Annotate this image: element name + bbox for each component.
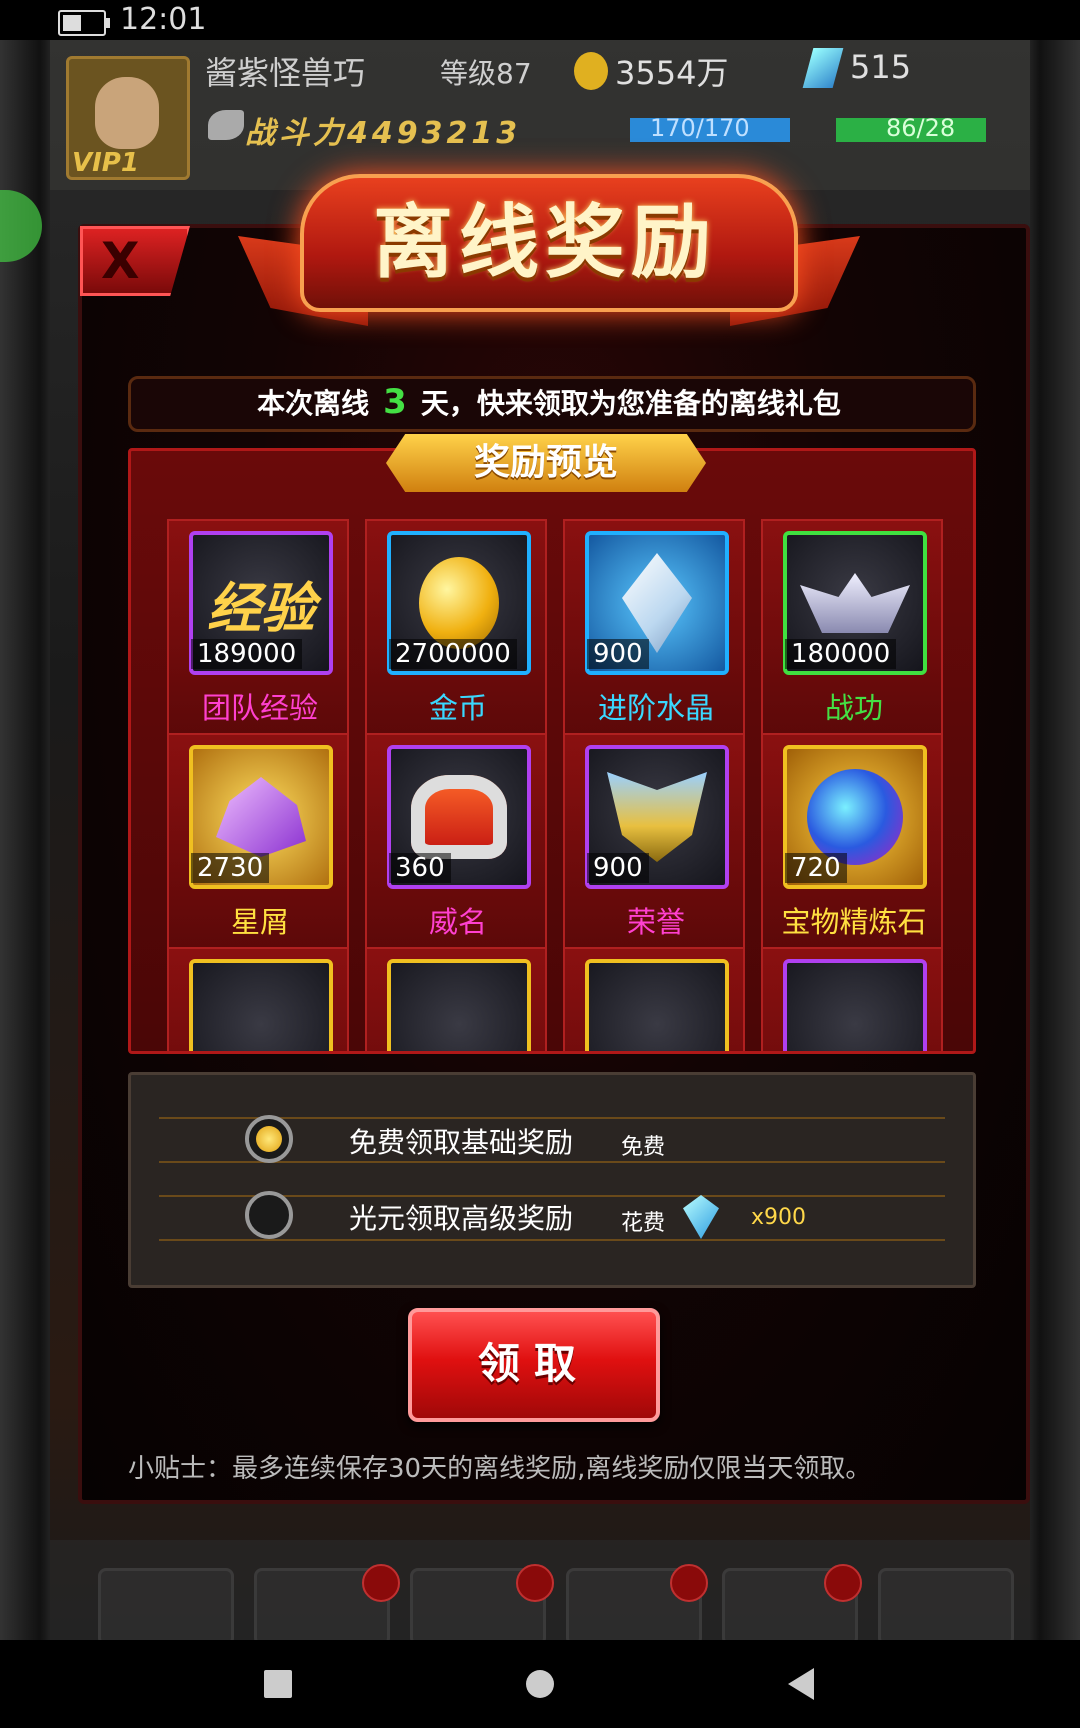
reward-name: 威名 [428, 905, 487, 939]
basic-reward-tag: 免费 [621, 1135, 666, 1160]
home-icon[interactable] [526, 1670, 554, 1698]
reward-qty: 180000 [785, 639, 897, 669]
reward-name: 宝物精炼石 [781, 905, 927, 939]
reward-qty: 2730 [191, 853, 270, 883]
reward-name: 星屑 [230, 905, 289, 939]
wing-icon [208, 110, 244, 140]
frame-left [0, 40, 50, 1640]
combat-power: 战斗力4493213 [245, 116, 522, 151]
reward-item[interactable] [365, 947, 547, 1051]
gold-amount: 3554万 [615, 54, 729, 92]
gem-icon [683, 1195, 719, 1239]
advanced-reward-radio[interactable] [245, 1191, 293, 1239]
reward-name: 战功 [824, 691, 883, 725]
reward-name: 进阶水晶 [597, 691, 714, 725]
energy-value: 86/28 [886, 114, 956, 142]
nav-slot[interactable] [878, 1568, 1014, 1646]
notification-dot [670, 1564, 708, 1602]
reward-name: 金币 [428, 691, 487, 725]
vip-badge: VIP1 [72, 148, 139, 178]
reward-item[interactable] [563, 947, 745, 1051]
claim-button[interactable]: 领取 [408, 1308, 660, 1422]
tip-text: 小贴士：最多连续保存30天的离线奖励,离线奖励仅限当天领取。 [128, 1454, 872, 1484]
reward-qty: 189000 [191, 639, 303, 669]
reward-qty: 2700000 [389, 639, 517, 669]
reward-name: 荣誉 [626, 905, 685, 939]
modal-title: 离线奖励 [373, 196, 717, 289]
reward-item[interactable] [761, 947, 943, 1051]
offline-days: 3 [383, 382, 407, 422]
status-bar: 12:01 [0, 0, 1080, 40]
reward-item[interactable]: 360 威名 [365, 733, 547, 961]
nav-slot[interactable] [98, 1568, 234, 1646]
advanced-reward-tag: 花费 [621, 1211, 666, 1236]
reward-name: 团队经验 [201, 691, 318, 725]
notification-dot [824, 1564, 862, 1602]
reward-preview-panel: 经验 189000 团队经验 2700000 金币 900 进阶水晶 18000… [128, 448, 976, 1054]
reward-qty: 900 [587, 639, 649, 669]
offline-info-text: 本次离线 3 天，快来领取为您准备的离线礼包 [128, 382, 970, 422]
reward-item[interactable]: 经验 189000 团队经验 [167, 519, 349, 747]
reward-qty: 720 [785, 853, 847, 883]
reward-qty: 360 [389, 853, 451, 883]
reward-item[interactable]: 900 进阶水晶 [563, 519, 745, 747]
reward-item[interactable]: 2730 星屑 [167, 733, 349, 961]
reward-item[interactable]: 2700000 金币 [365, 519, 547, 747]
battery-icon [58, 10, 110, 36]
reward-preview-label: 奖励预览 [386, 434, 706, 492]
status-time: 12:01 [120, 2, 207, 37]
info-prefix: 本次离线 [257, 387, 370, 420]
basic-reward-radio[interactable] [245, 1115, 293, 1163]
notification-dot [516, 1564, 554, 1602]
advanced-reward-label[interactable]: 光元领取高级奖励 [349, 1197, 573, 1237]
basic-reward-label[interactable]: 免费领取基础奖励 [349, 1121, 573, 1161]
claim-options-panel: 免费领取基础奖励 免费 光元领取高级奖励 花费 x900 [128, 1072, 976, 1288]
reward-item[interactable]: 180000 战功 [761, 519, 943, 747]
reward-qty: 900 [587, 853, 649, 883]
reward-item[interactable]: 720 宝物精炼石 [761, 733, 943, 961]
reward-item[interactable]: 900 荣誉 [563, 733, 745, 961]
gem-amount: 515 [850, 48, 912, 86]
stamina-value: 170/170 [650, 114, 750, 142]
player-name: 酱紫怪兽巧 [205, 54, 366, 92]
reward-item[interactable] [167, 947, 349, 1051]
recent-apps-icon[interactable] [264, 1670, 292, 1698]
frame-right [1030, 40, 1080, 1640]
advanced-reward-cost: x900 [751, 1205, 807, 1230]
back-icon[interactable] [788, 1668, 814, 1700]
gold-coin-icon [574, 52, 608, 90]
notification-dot [362, 1564, 400, 1602]
info-suffix: 天，快来领取为您准备的离线礼包 [420, 387, 841, 420]
player-level: 等级87 [440, 57, 532, 90]
